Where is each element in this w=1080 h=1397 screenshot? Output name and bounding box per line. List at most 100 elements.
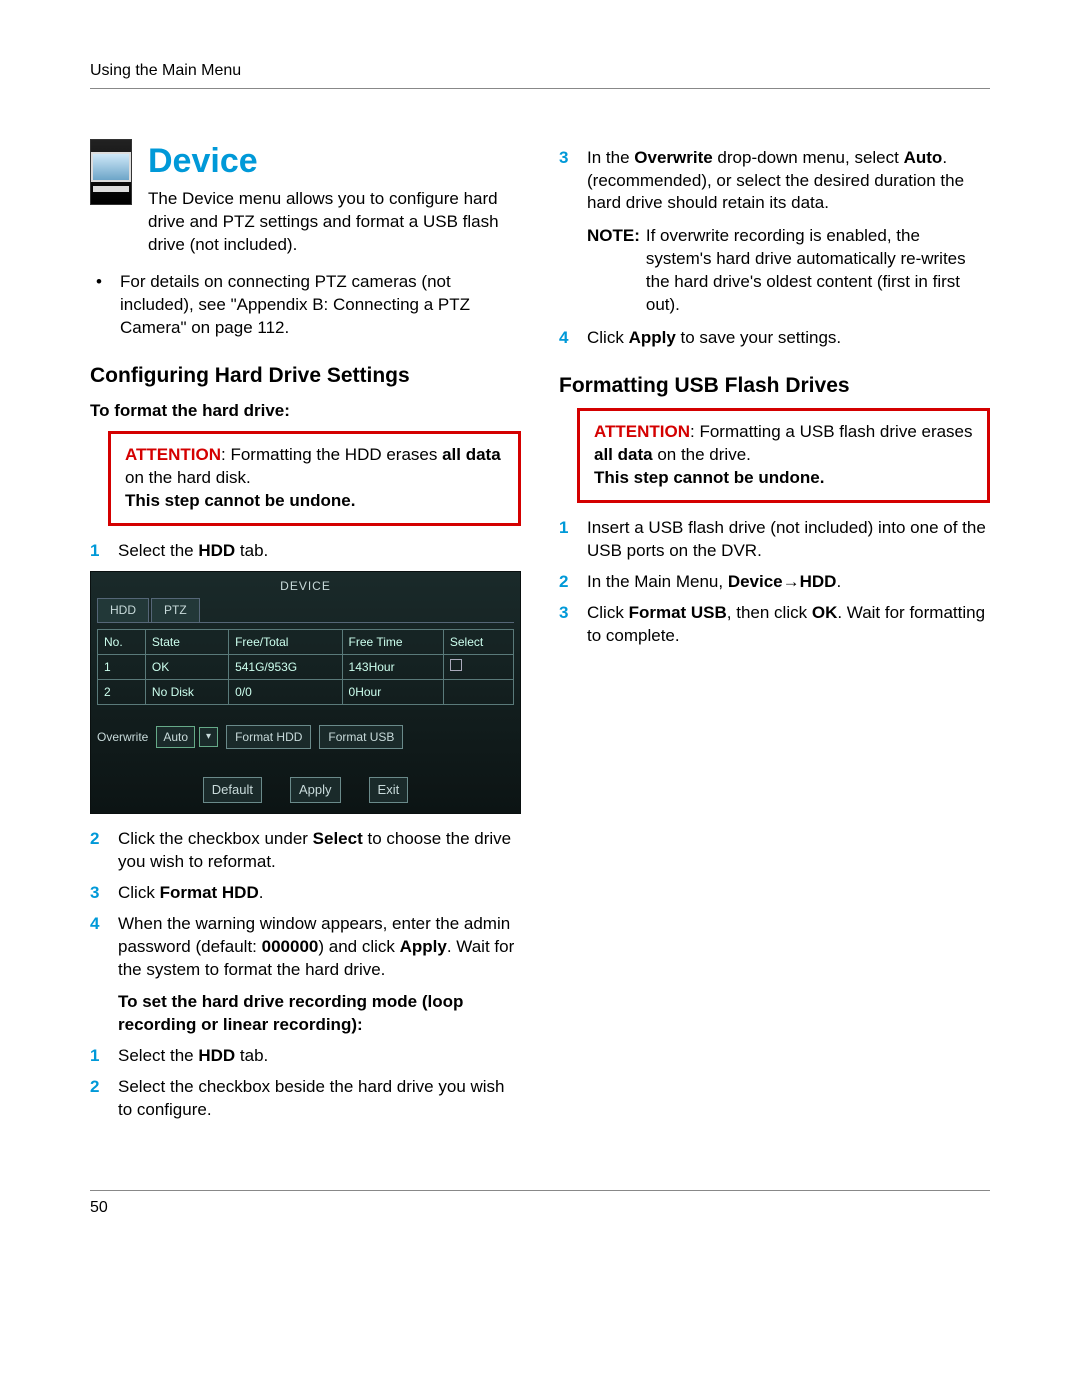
text: . [259,883,264,902]
select-checkbox[interactable] [450,659,462,671]
overwrite-select[interactable]: Auto ▾ [156,726,218,748]
list-item: 1 Insert a USB flash drive (not included… [559,517,990,563]
text: In the [587,148,634,167]
attention-text2: on the drive. [653,445,751,464]
content-columns: Device The Device menu allows you to con… [90,139,990,1131]
apply-button[interactable]: Apply [290,777,341,803]
step-number: 4 [559,327,577,350]
attention-usb-box: ATTENTION: Formatting a USB flash drive … [577,408,990,503]
format-hdd-label: To format the hard drive: [90,400,521,423]
col-select: Select [443,629,513,654]
cell: 0/0 [229,679,342,704]
text: . [836,572,841,591]
dvr-window-title: DEVICE [97,578,514,594]
step-body: Click the checkbox under Select to choos… [118,828,521,874]
overwrite-label: Overwrite [97,729,148,745]
chevron-down-icon: ▾ [199,727,218,747]
bold: Select [313,829,363,848]
step-number: 3 [559,147,577,216]
format-steps-list-cont: 2 Click the checkbox under Select to cho… [90,828,521,982]
step-number: 4 [90,913,108,982]
list-item: 1 Select the HDD tab. [90,1045,521,1068]
list-item: 4 When the warning window appears, enter… [90,913,521,982]
cell: OK [145,654,228,679]
text: Click the checkbox under [118,829,313,848]
bold: OK [812,603,838,622]
attention-bold1: all data [442,445,501,464]
step-body: In the Overwrite drop-down menu, select … [587,147,990,216]
cell: No Disk [145,679,228,704]
step-body: Select the checkbox beside the hard driv… [118,1076,521,1122]
note-label: NOTE: [587,225,640,317]
bold: Format USB [629,603,727,622]
bold: Overwrite [634,148,712,167]
step-number: 1 [559,517,577,563]
list-item: 3 In the Overwrite drop-down menu, selec… [559,147,990,216]
step-number: 2 [90,1076,108,1122]
attention-bold: all data [594,445,653,464]
format-usb-button[interactable]: Format USB [319,725,403,749]
ptz-bullet-text: For details on connecting PTZ cameras (n… [120,271,521,340]
device-heading-text: Device The Device menu allows you to con… [148,139,521,258]
attention-text1: : Formatting a USB flash drive erases [690,422,973,441]
right-steps-continued2: 4 Click Apply to save your settings. [559,327,990,350]
step-body: Insert a USB flash drive (not included) … [587,517,990,563]
text: Select the [118,1046,198,1065]
device-intro: The Device menu allows you to configure … [148,188,521,257]
bullet-dot: • [96,271,110,340]
usb-steps-list: 1 Insert a USB flash drive (not included… [559,517,990,648]
text: Click [587,603,629,622]
step-number: 2 [90,828,108,874]
text: Click [587,328,629,347]
col-time: Free Time [342,629,443,654]
text: , then click [727,603,812,622]
cell: 2 [98,679,146,704]
table-row: 1 OK 541G/953G 143Hour [98,654,514,679]
monitor-icon [91,152,131,182]
table-row: 2 No Disk 0/0 0Hour [98,679,514,704]
step-body: Select the HDD tab. [118,1045,521,1068]
text: Click [118,883,160,902]
attention-label: ATTENTION [125,445,221,464]
device-heading-row: Device The Device menu allows you to con… [90,139,521,258]
step-body: Click Format USB, then click OK. Wait fo… [587,602,990,648]
attention-final1: This step cannot be undone. [125,491,355,510]
format-steps-list: 1 Select the HDD tab. [90,540,521,563]
page-number: 50 [90,1199,108,1216]
attention-text2: on the hard disk. [125,468,251,487]
table-row: No. State Free/Total Free Time Select [98,629,514,654]
exit-button[interactable]: Exit [369,777,409,803]
tab-hdd[interactable]: HDD [97,598,149,621]
list-item: 4 Click Apply to save your settings. [559,327,990,350]
bold: Format HDD [160,883,259,902]
step-body: Click Format HDD. [118,882,521,905]
step-number: 3 [559,602,577,648]
col-no: No. [98,629,146,654]
format-hdd-button[interactable]: Format HDD [226,725,311,749]
cell: 143Hour [342,654,443,679]
device-icon [90,139,132,205]
page-header: Using the Main Menu [90,60,990,89]
dvr-tabs: HDD PTZ [97,598,514,622]
cell: 541G/953G [229,654,342,679]
step-body: Select the HDD tab. [118,540,521,563]
dvr-bottom-buttons: Default Apply Exit [97,777,514,803]
note-body: If overwrite recording is enabled, the s… [646,225,990,317]
overwrite-value: Auto [156,726,195,748]
keyboard-icon [93,186,129,192]
section-usb-title: Formatting USB Flash Drives [559,372,990,400]
cell [443,679,513,704]
text: Select the [118,541,198,560]
cell [443,654,513,679]
bold: HDD [198,541,235,560]
ptz-bullet: • For details on connecting PTZ cameras … [96,271,521,340]
tab-ptz[interactable]: PTZ [151,598,200,621]
text: tab. [235,1046,268,1065]
right-steps-continued: 3 In the Overwrite drop-down menu, selec… [559,147,990,216]
recording-mode-label: To set the hard drive recording mode (lo… [118,991,521,1037]
default-button[interactable]: Default [203,777,262,803]
bold: Apply [400,937,447,956]
step-body: Click Apply to save your settings. [587,327,990,350]
list-item: 2 In the Main Menu, Device→HDD. [559,571,990,594]
cell: 1 [98,654,146,679]
